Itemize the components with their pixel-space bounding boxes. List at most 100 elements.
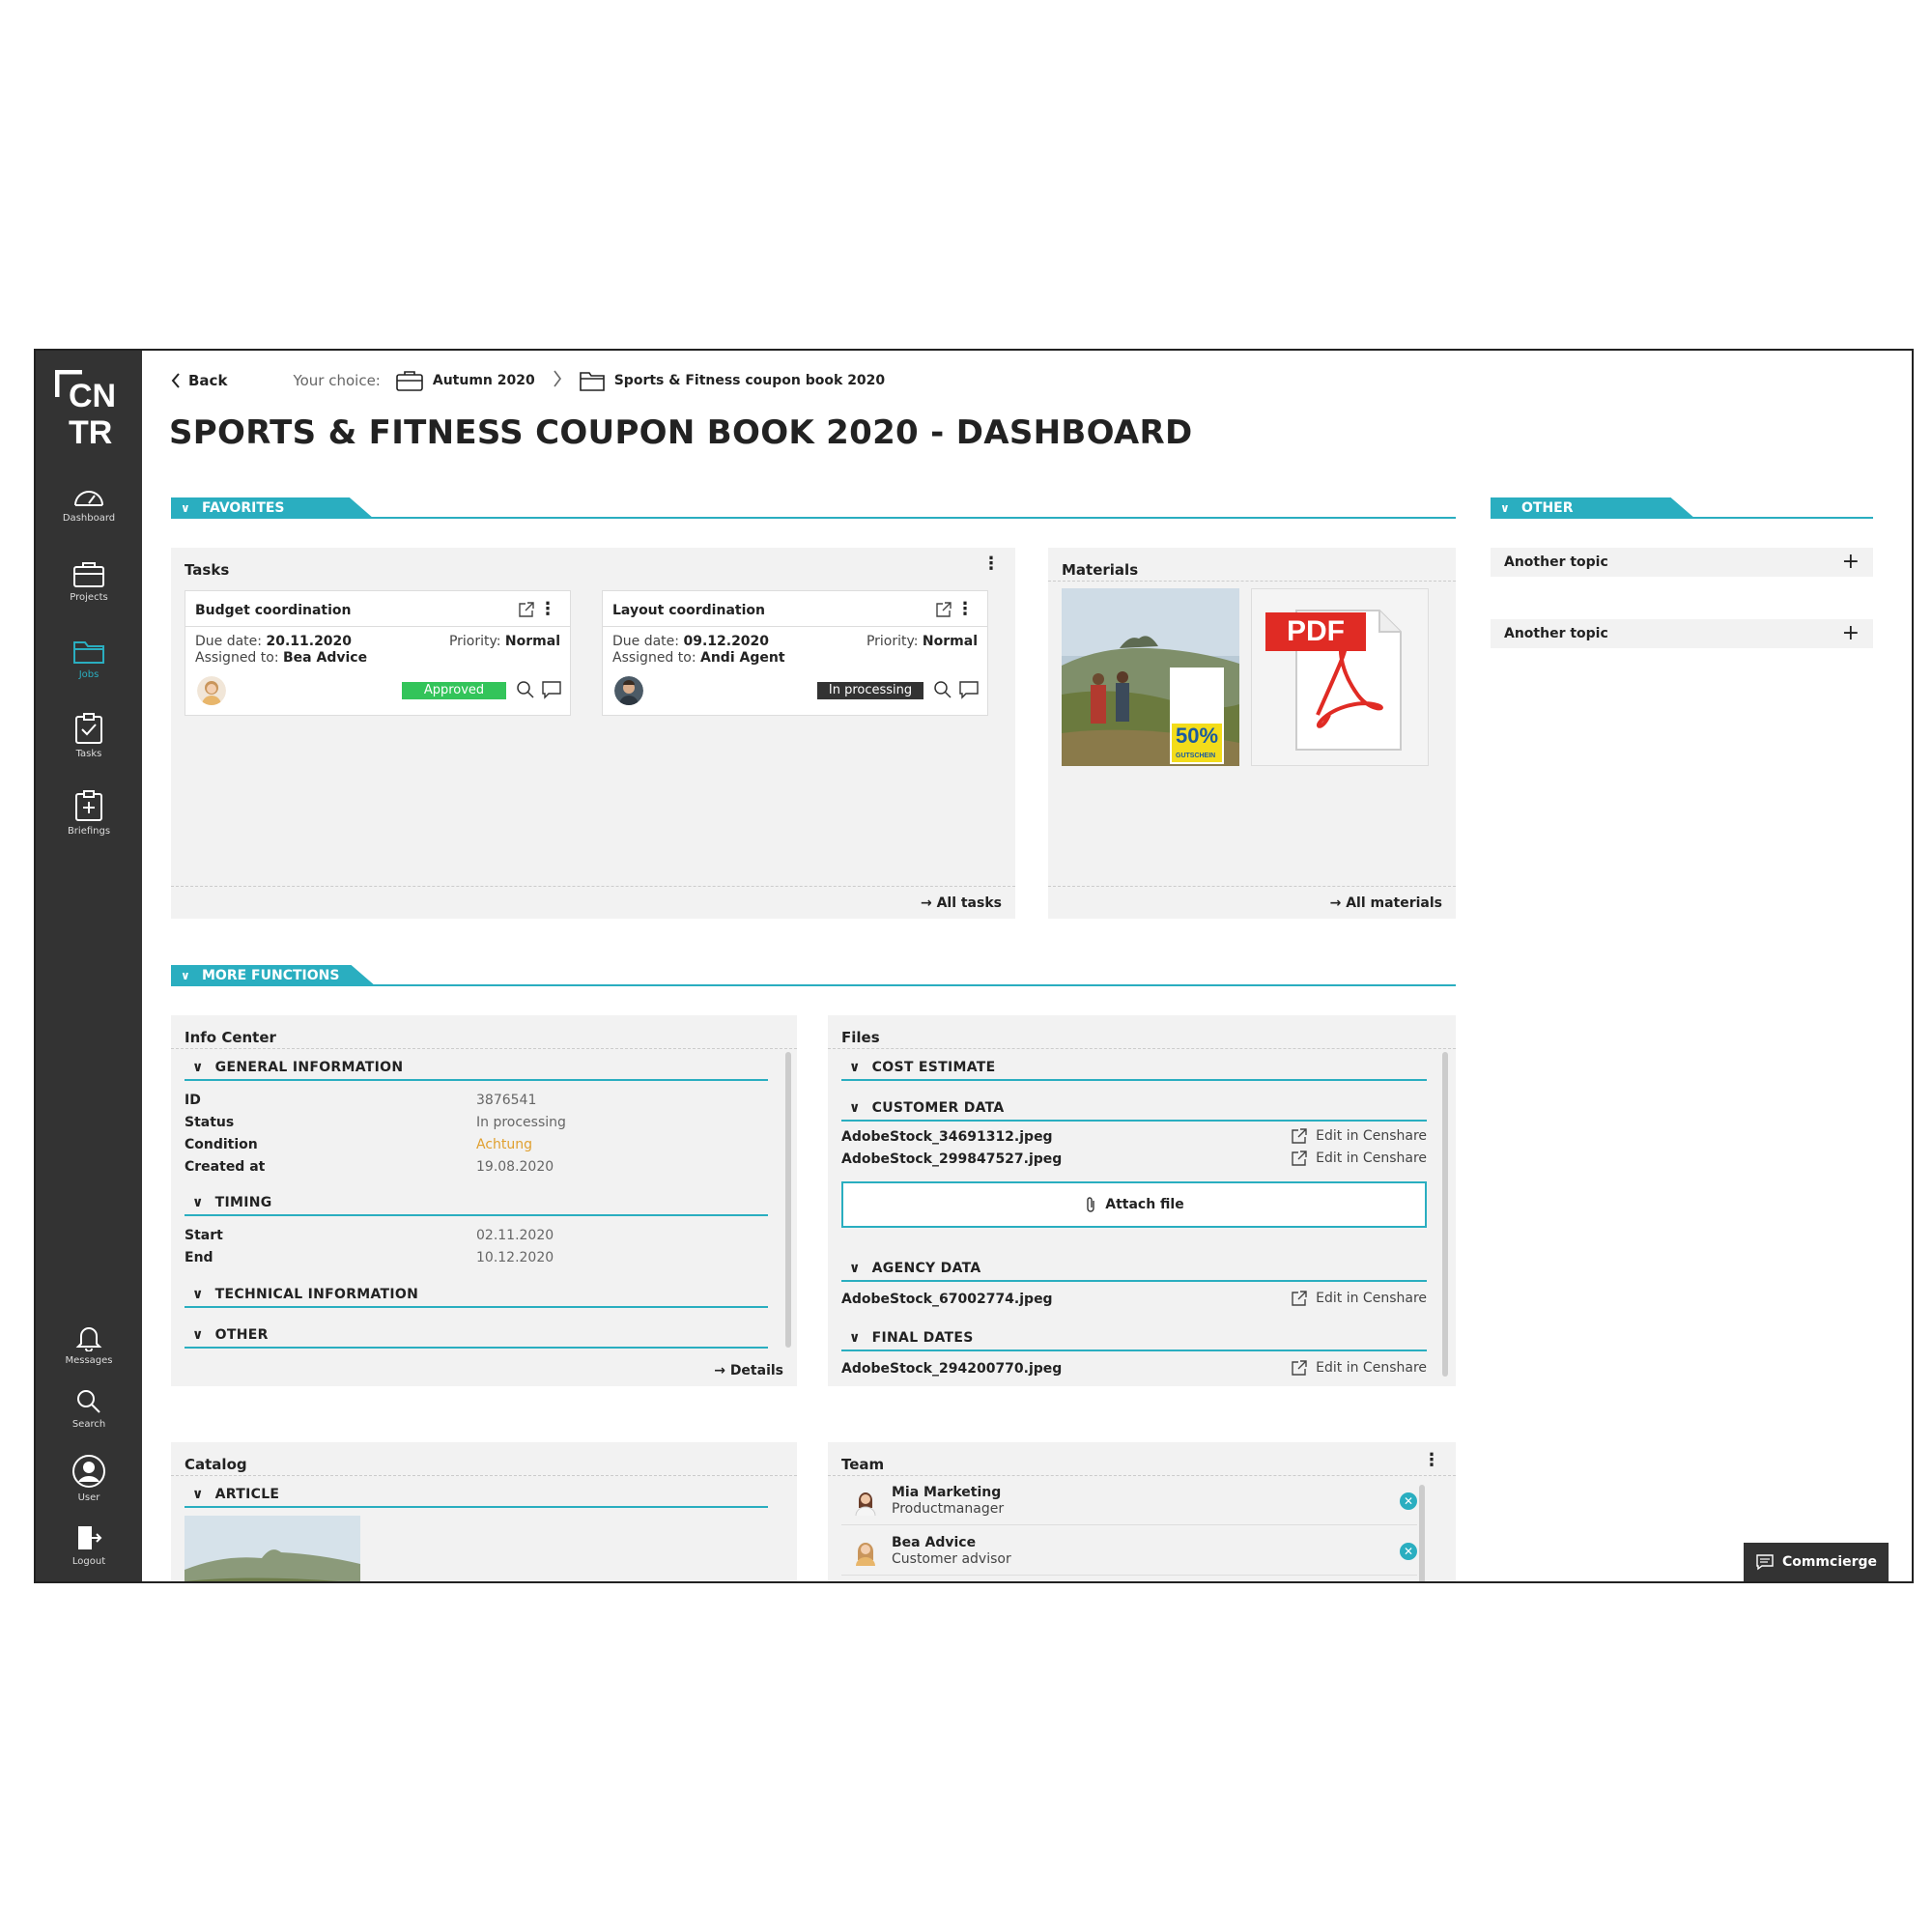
- external-link-icon[interactable]: [518, 601, 535, 618]
- chevron-down-icon: ∨: [849, 1100, 861, 1116]
- tasks-panel: Tasks ⋮ Budget coordination ⋮ Due date: …: [171, 548, 1015, 919]
- chevron-down-icon: ∨: [849, 1261, 861, 1276]
- back-button[interactable]: Back: [171, 372, 227, 389]
- breadcrumb-job-label: Sports & Fitness coupon book 2020: [613, 373, 886, 388]
- topic-row[interactable]: Another topic +: [1491, 548, 1873, 577]
- edit-in-censhare-link[interactable]: Edit in Censhare: [1291, 1359, 1427, 1377]
- cntr-logo[interactable]: CN TR: [54, 369, 128, 451]
- status-badge: In processing: [817, 682, 923, 699]
- file-name[interactable]: AdobeStock_34691312.jpeg: [841, 1129, 1053, 1145]
- other-tab: ∨ OTHER: [1491, 497, 1695, 519]
- more-options-icon[interactable]: ⋮: [956, 599, 974, 619]
- info-key: Condition: [185, 1137, 258, 1152]
- more-options-icon[interactable]: ⋮: [1423, 1452, 1440, 1469]
- search-icon[interactable]: [933, 680, 952, 699]
- divider: [171, 984, 1456, 986]
- info-value: In processing: [476, 1115, 566, 1130]
- sidebar-item-projects[interactable]: Projects: [36, 559, 142, 603]
- edit-label: Edit in Censhare: [1316, 1291, 1427, 1306]
- comment-icon[interactable]: [541, 680, 562, 699]
- team-member[interactable]: Mia Marketing Productmanager ✕: [841, 1479, 1417, 1525]
- file-name[interactable]: AdobeStock_294200770.jpeg: [841, 1361, 1062, 1377]
- sidebar-item-tasks[interactable]: Tasks: [36, 712, 142, 759]
- accordion-label: COST ESTIMATE: [871, 1060, 996, 1075]
- topic-row[interactable]: Another topic +: [1491, 619, 1873, 648]
- assigned-label: Assigned to:: [195, 650, 279, 666]
- attach-file-button[interactable]: Attach file: [841, 1181, 1427, 1228]
- assigned-label: Assigned to:: [612, 650, 696, 666]
- accordion-label: TIMING: [214, 1195, 272, 1210]
- scrollbar[interactable]: [1442, 1052, 1448, 1377]
- breadcrumb: Back Your choice: Autumn 2020 Sports & F…: [171, 369, 885, 392]
- details-link[interactable]: → Details: [714, 1363, 783, 1378]
- breadcrumb-job[interactable]: Sports & Fitness coupon book 2020: [579, 370, 886, 391]
- other-section-header[interactable]: ∨ OTHER: [1491, 497, 1873, 519]
- sidebar-item-label: Messages: [65, 1355, 113, 1366]
- file-name[interactable]: AdobeStock_299847527.jpeg: [841, 1151, 1062, 1167]
- timing-toggle[interactable]: ∨ TIMING: [192, 1195, 272, 1210]
- edit-in-censhare-link[interactable]: Edit in Censhare: [1291, 1290, 1427, 1307]
- cost-estimate-toggle[interactable]: ∨ COST ESTIMATE: [849, 1060, 995, 1075]
- remove-member-icon[interactable]: ✕: [1400, 1492, 1417, 1510]
- info-key: End: [185, 1250, 213, 1265]
- catalog-title: Catalog: [185, 1456, 247, 1473]
- file-name[interactable]: AdobeStock_67002774.jpeg: [841, 1292, 1053, 1307]
- all-tasks-link[interactable]: → All tasks: [921, 895, 1002, 911]
- priority-value: Normal: [504, 634, 560, 649]
- all-materials-link[interactable]: → All materials: [1330, 895, 1442, 911]
- sidebar-item-logout[interactable]: Logout: [36, 1523, 142, 1567]
- sidebar-item-jobs[interactable]: Jobs: [36, 637, 142, 680]
- task-card[interactable]: Budget coordination ⋮ Due date: 20.11.20…: [185, 590, 571, 716]
- favorites-section-header[interactable]: ∨ FAVORITES: [171, 497, 1456, 519]
- info-center-panel: Info Center ∨ GENERAL INFORMATION ID 38765…: [171, 1015, 797, 1386]
- sidebar-item-briefings[interactable]: Briefings: [36, 789, 142, 837]
- other-toggle[interactable]: ∨ OTHER: [192, 1327, 269, 1343]
- sidebar-item-user[interactable]: User: [36, 1454, 142, 1503]
- customer-data-toggle[interactable]: ∨ CUSTOMER DATA: [849, 1100, 1005, 1116]
- article-thumbnail[interactable]: [185, 1516, 360, 1583]
- assignee-value: Andi Agent: [700, 650, 785, 666]
- plus-icon[interactable]: +: [1842, 619, 1860, 648]
- divider: [185, 626, 570, 627]
- final-dates-toggle[interactable]: ∨ FINAL DATES: [849, 1330, 974, 1346]
- commcierge-button[interactable]: Commcierge: [1744, 1543, 1889, 1581]
- chevron-down-icon: ∨: [192, 1487, 204, 1502]
- sidebar-item-label: Logout: [71, 1556, 106, 1567]
- search-icon[interactable]: [516, 680, 535, 699]
- sidebar-item-search[interactable]: Search: [36, 1388, 142, 1430]
- edit-in-censhare-link[interactable]: Edit in Censhare: [1291, 1127, 1427, 1145]
- sidebar-item-dashboard[interactable]: Dashboard: [36, 484, 142, 524]
- divider: [841, 1280, 1427, 1282]
- scrollbar[interactable]: [1419, 1485, 1425, 1581]
- task-title: Layout coordination: [612, 603, 765, 618]
- more-functions-section-header[interactable]: ∨ MORE FUNCTIONS: [171, 965, 1456, 986]
- more-options-icon[interactable]: ⋮: [982, 555, 1000, 573]
- attach-label: Attach file: [1105, 1197, 1184, 1212]
- external-link-icon[interactable]: [935, 601, 952, 618]
- technical-information-toggle[interactable]: ∨ TECHNICAL INFORMATION: [192, 1287, 418, 1302]
- more-functions-tab: ∨ MORE FUNCTIONS: [171, 965, 376, 986]
- divider: [841, 1079, 1427, 1081]
- external-link-icon: [1292, 1128, 1307, 1144]
- divider: [171, 1048, 797, 1049]
- general-information-toggle[interactable]: ∨ GENERAL INFORMATION: [192, 1060, 403, 1075]
- more-options-icon[interactable]: ⋮: [539, 599, 556, 619]
- due-label: Due date:: [195, 634, 263, 649]
- edit-in-censhare-link[interactable]: Edit in Censhare: [1291, 1150, 1427, 1167]
- accordion-label: AGENCY DATA: [871, 1261, 981, 1276]
- article-toggle[interactable]: ∨ ARTICLE: [192, 1487, 279, 1502]
- external-link-icon: [1292, 1360, 1307, 1376]
- task-card[interactable]: Layout coordination ⋮ Due date: 09.12.20…: [602, 590, 988, 716]
- team-member[interactable]: Bea Advice Customer advisor ✕: [841, 1529, 1417, 1576]
- scrollbar[interactable]: [785, 1052, 791, 1348]
- plus-icon[interactable]: +: [1842, 548, 1860, 577]
- breadcrumb-project[interactable]: Autumn 2020: [396, 370, 535, 391]
- sidebar-item-messages[interactable]: Messages: [36, 1324, 142, 1366]
- pdf-thumbnail[interactable]: PDF: [1251, 588, 1429, 766]
- chevron-down-icon: ∨: [192, 1327, 204, 1343]
- coupon-book-thumbnail[interactable]: 50% GUTSCHEIN: [1062, 588, 1239, 766]
- remove-member-icon[interactable]: ✕: [1400, 1543, 1417, 1560]
- agency-data-toggle[interactable]: ∨ AGENCY DATA: [849, 1261, 981, 1276]
- favorites-tab: ∨ FAVORITES: [171, 497, 374, 519]
- comment-icon[interactable]: [958, 680, 980, 699]
